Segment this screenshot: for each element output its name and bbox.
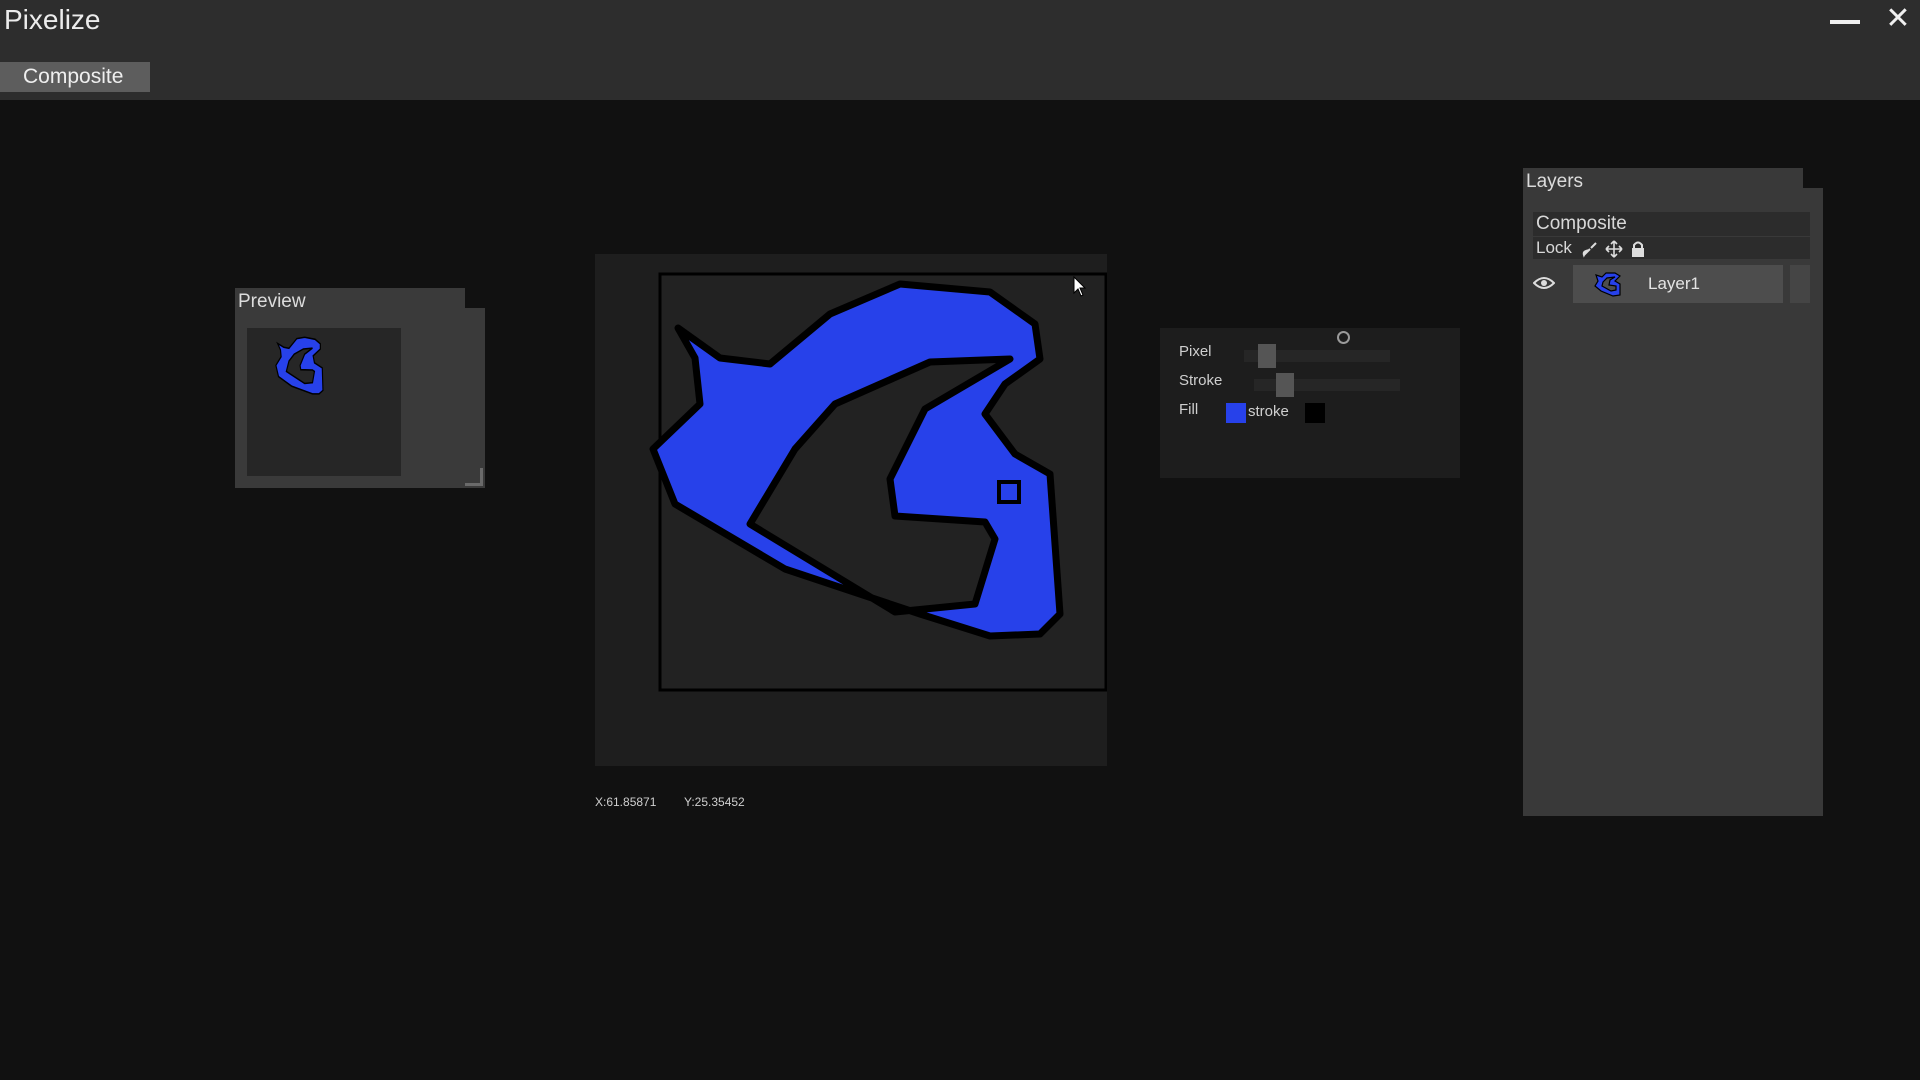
app-title: Pixelize (4, 4, 101, 35)
mouse-cursor-icon (1073, 276, 1087, 297)
layers-composite[interactable]: Composite (1533, 212, 1810, 236)
stroke-label: Stroke (1179, 372, 1223, 389)
layers-panel-notch (1803, 168, 1823, 188)
fill-color-swatch[interactable] (1226, 403, 1246, 423)
minimize-button[interactable] (1830, 20, 1860, 24)
brush-icon[interactable] (1581, 240, 1599, 258)
preview-panel: Preview (235, 288, 485, 488)
preview-thumbnail (247, 328, 401, 476)
layer-item[interactable]: Layer1 (1573, 265, 1783, 303)
stroke-slider-thumb[interactable] (1276, 373, 1294, 397)
layer-thumbnail (1594, 272, 1621, 297)
preview-title: Preview (235, 288, 465, 312)
fill-label: Fill (1179, 401, 1199, 418)
stroke-color-swatch[interactable] (1305, 403, 1325, 423)
stroke-swatch-label: stroke (1248, 403, 1289, 420)
resize-handle[interactable] (465, 468, 483, 486)
layers-panel: Layers Composite Lock Layer1 (1523, 168, 1823, 816)
lock-label: Lock (1536, 238, 1572, 257)
title-bar: Pixelize ✕ Composite (0, 0, 1920, 100)
preview-panel-notch (465, 288, 485, 308)
properties-panel: Pixel Stroke Fill stroke (1160, 328, 1460, 478)
panel-handle[interactable] (1337, 331, 1350, 344)
pixel-label: Pixel (1179, 343, 1212, 360)
coord-x-readout: X:61.85871 (595, 795, 657, 809)
canvas-artwork (649, 272, 1107, 692)
close-button[interactable]: ✕ (1883, 2, 1913, 36)
coord-y-readout: Y:25.35452 (684, 795, 745, 809)
lock-icon[interactable] (1629, 240, 1647, 258)
tab-composite[interactable]: Composite (0, 62, 150, 92)
app-window: Pixelize ✕ Composite Preview X:61.85871 … (0, 0, 1920, 1080)
layer-options[interactable] (1790, 265, 1810, 303)
lock-row: Lock (1533, 237, 1810, 259)
move-icon[interactable] (1605, 240, 1623, 258)
layers-title: Layers (1526, 171, 1584, 192)
layer-name: Layer1 (1648, 274, 1700, 293)
drawing-canvas[interactable] (595, 254, 1107, 766)
pixel-slider-thumb[interactable] (1258, 344, 1276, 368)
eye-icon[interactable] (1533, 275, 1555, 291)
